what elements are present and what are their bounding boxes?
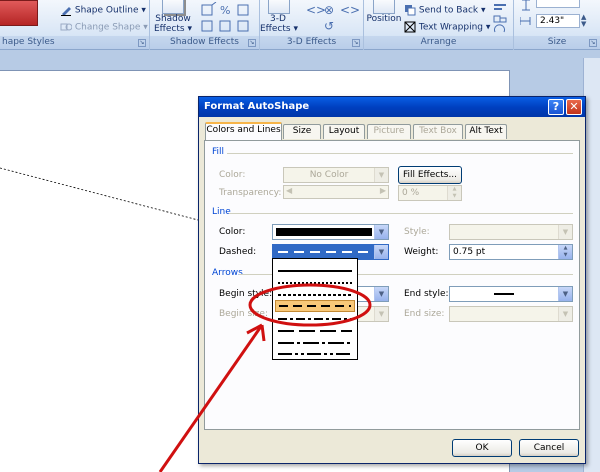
line-style-dropdown: ▼: [449, 224, 573, 240]
chevron-down-icon[interactable]: ▼: [374, 245, 388, 259]
fill-color-label: Color:: [219, 170, 246, 180]
dashed-selected-pattern: [278, 251, 370, 253]
tab-size[interactable]: Size: [283, 124, 321, 139]
line-section-rule: [229, 213, 573, 214]
begin-style-dropdown[interactable]: ▼: [355, 286, 389, 302]
end-size-label: End size:: [404, 309, 445, 319]
tab-layout[interactable]: Layout: [323, 124, 365, 139]
begin-size-label: Begin size:: [219, 309, 268, 319]
line-color-dropdown[interactable]: ▼: [272, 224, 389, 240]
fill-color-dropdown: No Color ▼: [283, 167, 389, 183]
chevron-down-icon: ▼: [374, 168, 388, 182]
format-autoshape-dialog: Format AutoShape ? ✕ Colors and Lines Si…: [198, 96, 586, 464]
fill-section-heading: Fill: [212, 147, 225, 157]
tab-alt-text[interactable]: Alt Text: [465, 124, 507, 139]
help-button[interactable]: ?: [548, 99, 564, 115]
end-style-dropdown[interactable]: ▼: [449, 286, 573, 302]
spin-icon[interactable]: ▲ ▼: [558, 245, 572, 259]
line-color-label: Color:: [219, 227, 246, 237]
fill-section-rule: [227, 153, 573, 154]
weight-label: Weight:: [404, 247, 439, 257]
chevron-down-icon[interactable]: ▼: [374, 287, 388, 301]
line-section-heading: Line: [212, 207, 231, 217]
dialog-titlebar[interactable]: Format AutoShape: [199, 97, 585, 117]
line-style-label: Style:: [404, 227, 430, 237]
tab-colors-and-lines[interactable]: Colors and Lines: [205, 122, 282, 140]
end-size-dropdown: ▼: [449, 306, 573, 322]
dialog-title: Format AutoShape: [204, 101, 310, 112]
end-style-preview: [494, 293, 514, 295]
transparency-value: 0 %: [402, 188, 420, 198]
chevron-down-icon: ▼: [558, 225, 572, 239]
fill-color-value: No Color: [309, 170, 349, 180]
fill-effects-label: Fill Effects...: [402, 170, 458, 180]
dash-option-solid[interactable]: [275, 265, 355, 277]
dash-option-round-dot[interactable]: [275, 277, 355, 289]
weight-value: 0.75 pt: [453, 247, 486, 257]
fill-effects-button[interactable]: Fill Effects...: [398, 166, 462, 184]
dashed-label: Dashed:: [219, 247, 257, 257]
transparency-slider: ◀ ▶: [283, 185, 389, 199]
tab-text-box: Text Box: [413, 124, 463, 139]
cancel-button[interactable]: Cancel: [519, 439, 579, 457]
chevron-down-icon: ▼: [558, 307, 572, 321]
dash-option-long-dash-dot-dot[interactable]: [275, 348, 355, 360]
dash-option-dash-dot[interactable]: [275, 313, 355, 325]
weight-spinbox[interactable]: 0.75 pt ▲ ▼: [449, 244, 573, 260]
chevron-down-icon: ▼: [374, 225, 388, 239]
ok-button[interactable]: OK: [452, 439, 512, 457]
chevron-right-icon: ▶: [379, 186, 386, 195]
colors-and-lines-panel: Fill Color: No Color ▼ Fill Effects... T…: [204, 140, 580, 430]
close-button[interactable]: ✕: [566, 99, 582, 115]
tab-picture: Picture: [367, 124, 411, 139]
chevron-down-icon[interactable]: ▼: [558, 287, 572, 301]
chevron-down-icon: ▼: [374, 307, 388, 321]
line-color-swatch: [276, 228, 372, 236]
spin-icon: ▲ ▼: [447, 186, 461, 200]
end-style-label: End style:: [404, 289, 449, 299]
transparency-label: Transparency:: [219, 188, 282, 198]
chevron-left-icon: ◀: [286, 186, 293, 195]
transparency-spinbox: 0 % ▲ ▼: [398, 185, 462, 201]
arrows-section-heading: Arrows: [212, 268, 243, 278]
begin-size-dropdown: ▼: [355, 306, 389, 322]
dash-style-list: [272, 258, 358, 360]
dash-option-dash[interactable]: [275, 300, 355, 312]
begin-style-label: Begin style:: [219, 289, 273, 299]
dash-option-long-dash[interactable]: [275, 325, 355, 337]
